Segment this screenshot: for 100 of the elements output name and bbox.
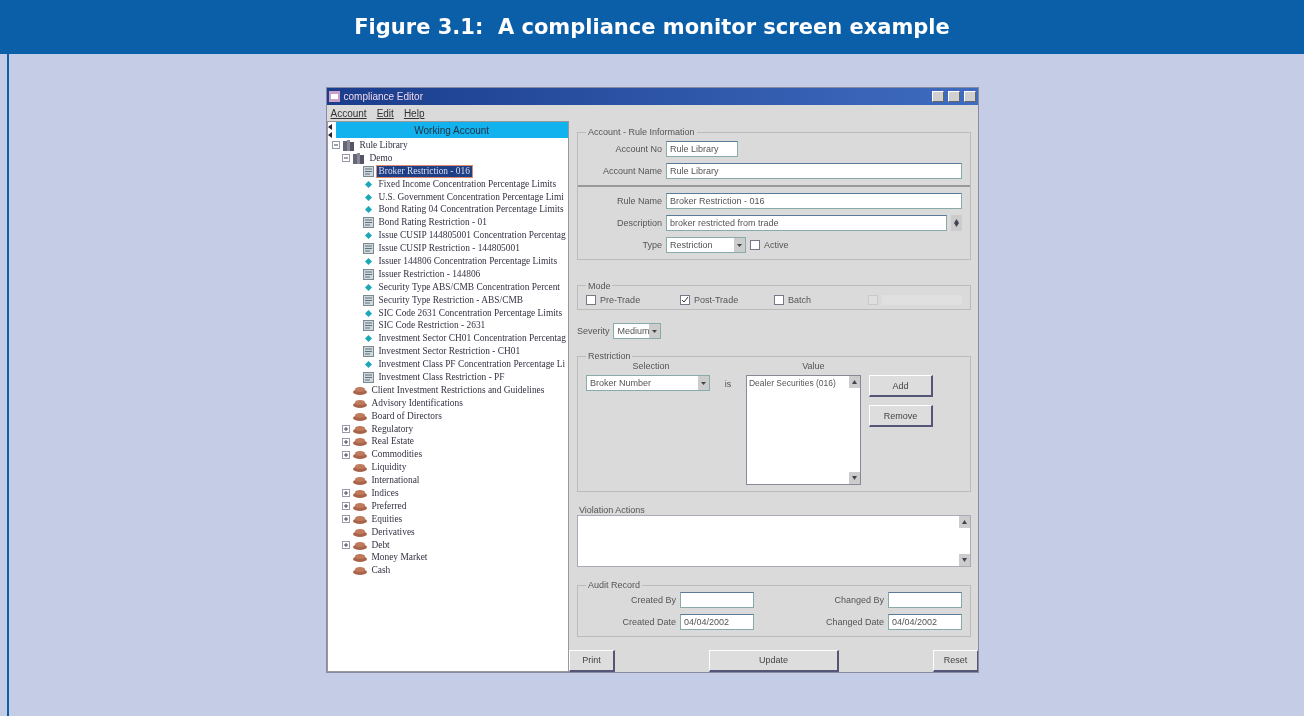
tree-item[interactable]: Security Type ABS/CMB Concentration Percent — [376, 281, 562, 293]
diamond-icon — [362, 191, 374, 203]
figure-caption: Figure 3.1: A compliance monitor screen example — [354, 15, 950, 39]
expand-icon[interactable] — [341, 425, 350, 434]
tree-item[interactable]: Investment Class PF Concentration Percentage Li — [376, 359, 568, 371]
tree-item[interactable]: Real Estate — [369, 436, 416, 448]
action-button[interactable]: Reset — [932, 649, 978, 672]
selection-dropdown[interactable]: Broker Number — [585, 375, 710, 392]
text-field[interactable]: 04/04/2002 — [887, 614, 962, 631]
tree-item[interactable]: Issue CUSIP Restriction - 144805001 — [376, 243, 522, 255]
tree-item[interactable]: Preferred — [369, 500, 409, 512]
stack-icon — [352, 527, 367, 537]
tree-item[interactable]: Bond Rating 04 Concentration Percentage Limits — [376, 204, 566, 216]
maximize-button[interactable] — [947, 91, 960, 102]
collapse-icon[interactable] — [331, 141, 340, 150]
checkbox-label: Post-Trade — [693, 294, 739, 305]
document-icon — [362, 165, 374, 177]
stack-icon — [352, 437, 367, 447]
stack-icon — [352, 411, 367, 421]
action-button[interactable]: Add — [868, 375, 933, 398]
tree-item[interactable]: Issuer 144806 Concentration Percentage Limits — [376, 255, 560, 267]
checkbox[interactable] — [585, 294, 596, 305]
expand-icon[interactable] — [341, 502, 350, 511]
stack-icon — [352, 501, 367, 511]
tree-item[interactable]: U.S. Government Concentration Percentage Limi — [376, 191, 566, 203]
books-icon — [342, 139, 355, 151]
tree-item[interactable]: Investment Sector Restriction - CH01 — [376, 346, 523, 358]
document-icon — [362, 320, 374, 332]
scrollbar[interactable] — [950, 215, 962, 231]
stack-icon — [352, 566, 367, 576]
action-button[interactable]: Print — [568, 649, 615, 672]
field-label: Description — [615, 218, 662, 228]
tree-item[interactable]: Issue CUSIP 144805001 Concentration Percentag — [376, 230, 568, 242]
tree-item[interactable]: Security Type Restriction - ABS/CMB — [376, 294, 525, 306]
document-icon — [362, 243, 374, 255]
tree-item[interactable]: Indices — [369, 488, 401, 499]
text-field[interactable]: 04/04/2002 — [679, 614, 754, 631]
tree-item[interactable]: Rule Library — [357, 139, 410, 151]
expand-icon[interactable] — [341, 541, 350, 550]
menu-item[interactable]: Account — [330, 107, 367, 119]
group-title: Audit Record — [586, 580, 641, 591]
operator-text: is — [723, 379, 733, 390]
checkbox[interactable] — [773, 294, 784, 305]
tree-item[interactable]: Commodities — [369, 449, 425, 461]
expand-icon[interactable] — [341, 437, 350, 446]
tree-item[interactable]: Cash — [369, 565, 393, 577]
expand-icon[interactable] — [341, 515, 350, 524]
text-field[interactable] — [679, 592, 754, 609]
text-field[interactable]: Broker Restriction - 016 — [665, 193, 962, 209]
tree-item[interactable]: International — [369, 475, 422, 487]
tree-item[interactable]: SIC Code Restriction - 2631 — [376, 320, 488, 332]
expand-icon[interactable] — [341, 450, 350, 459]
tree-item[interactable]: Board of Directors — [369, 410, 444, 422]
tree-item[interactable]: Equities — [369, 513, 405, 525]
field-label: Created By — [629, 595, 676, 606]
scrollbar[interactable] — [848, 376, 860, 485]
tree-item[interactable]: Bond Rating Restriction - 01 — [376, 217, 489, 229]
column-header: Value — [801, 361, 826, 372]
text-field[interactable]: Rule Library — [665, 163, 962, 179]
tree-item[interactable]: Issuer Restriction - 144806 — [376, 268, 483, 280]
tree-item[interactable]: Regulatory — [369, 423, 416, 435]
text-field[interactable]: broker restricted from trade — [665, 215, 947, 231]
stack-icon — [352, 514, 367, 524]
tree-item[interactable]: Investment Class Restriction - PF — [376, 371, 507, 383]
tree-item[interactable]: Client Investment Restrictions and Guidelines — [369, 384, 547, 396]
scrollbar[interactable] — [958, 516, 970, 567]
tree-item[interactable]: Advisory Identifications — [369, 397, 465, 409]
value-list[interactable]: Dealer Securities (016) — [745, 375, 861, 486]
text-field[interactable]: Rule Library — [665, 141, 738, 157]
checkbox-label: Batch — [787, 294, 811, 305]
field-label: Severity — [576, 325, 610, 336]
collapse-icon[interactable] — [341, 154, 350, 163]
tree-item[interactable]: Investment Sector CH01 Concentration Percentag — [376, 333, 568, 345]
list-item[interactable]: Dealer Securities (016) — [746, 376, 838, 391]
tree-item[interactable]: SIC Code 2631 Concentration Percentage Limits — [376, 307, 565, 319]
menu-item[interactable]: Edit — [376, 107, 394, 119]
tree-item[interactable]: Demo — [367, 152, 395, 164]
tree-item[interactable]: Liquidity — [369, 462, 409, 474]
window-title: compliance Editor — [343, 91, 424, 102]
tree-item[interactable]: Broker Restriction - 016 — [376, 165, 472, 177]
type-dropdown[interactable]: Restriction — [665, 237, 746, 253]
tree-item[interactable]: Derivatives — [369, 526, 417, 538]
tree-item[interactable]: Money Market — [369, 552, 430, 564]
action-button[interactable]: Remove — [868, 405, 933, 428]
action-button[interactable]: Update — [708, 649, 839, 672]
minimize-button[interactable] — [931, 91, 944, 102]
text-field[interactable] — [887, 592, 962, 609]
tree-item[interactable]: Fixed Income Concentration Percentage Limits — [376, 178, 559, 190]
expand-icon[interactable] — [341, 489, 350, 498]
severity-dropdown[interactable]: Medium — [613, 322, 662, 339]
menu-item[interactable]: Help — [403, 107, 425, 119]
tree-item[interactable]: Debt — [369, 539, 392, 551]
splitter-arrows-icon[interactable] — [326, 123, 333, 139]
diamond-icon — [362, 230, 374, 242]
app-icon — [328, 91, 340, 102]
field-label: Created Date — [621, 617, 676, 628]
close-button[interactable] — [963, 91, 976, 102]
stack-icon — [352, 463, 367, 473]
checkbox[interactable] — [749, 240, 760, 250]
checkbox[interactable] — [679, 294, 690, 305]
